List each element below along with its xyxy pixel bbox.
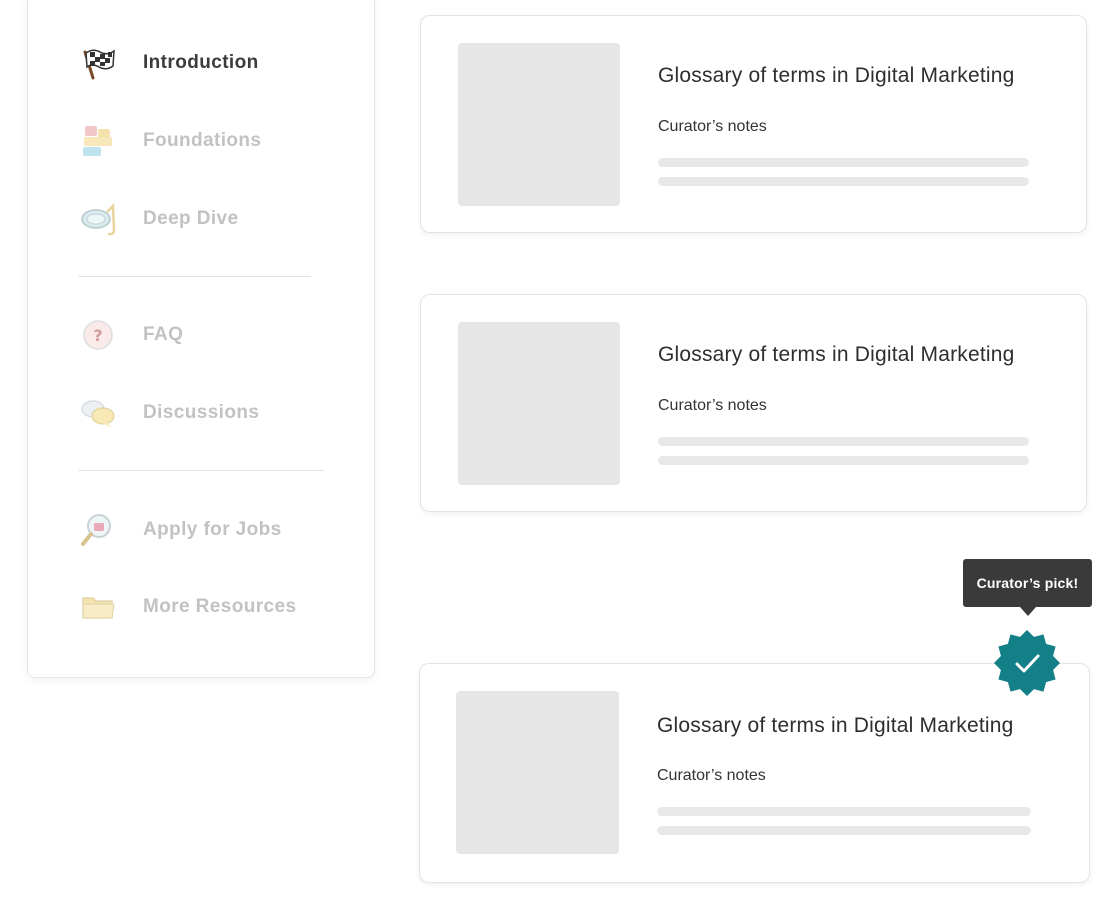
- question-badge-icon: ?: [78, 315, 118, 355]
- curators-pick-tooltip: Curator’s pick!: [963, 559, 1092, 607]
- sidebar-item-discussions[interactable]: Discussions: [78, 393, 259, 433]
- sidebar-item-label: FAQ: [143, 324, 184, 345]
- sidebar-item-label: Foundations: [143, 130, 262, 151]
- card-subtitle: Curator’s notes: [658, 118, 767, 135]
- card-subtitle: Curator’s notes: [657, 767, 766, 784]
- building-blocks-icon: [78, 121, 118, 161]
- sidebar-item-faq[interactable]: ? FAQ: [78, 315, 183, 355]
- sidebar-item-foundations[interactable]: Foundations: [78, 121, 261, 161]
- sidebar-item-label: Deep Dive: [143, 208, 239, 229]
- card-subtitle: Curator’s notes: [658, 397, 767, 414]
- resource-card-curators-pick[interactable]: Glossary of terms in Digital Marketing C…: [419, 663, 1090, 883]
- card-title: Glossary of terms in Digital Marketing: [658, 64, 1015, 87]
- sidebar-item-apply-for-jobs[interactable]: Apply for Jobs: [78, 510, 282, 550]
- resource-card[interactable]: Glossary of terms in Digital Marketing C…: [420, 15, 1087, 233]
- checkered-flag-icon: [78, 43, 118, 83]
- sidebar-item-label: Discussions: [143, 402, 260, 423]
- text-placeholder-line: [658, 177, 1029, 186]
- magnifier-briefcase-icon: [78, 510, 118, 550]
- text-placeholder-line: [658, 456, 1029, 465]
- folder-icon: [78, 587, 118, 627]
- sidebar-item-deep-dive[interactable]: Deep Dive: [78, 199, 238, 239]
- card-thumbnail-placeholder: [458, 43, 620, 206]
- sidebar-divider: [78, 276, 311, 277]
- check-badge-icon[interactable]: [993, 629, 1061, 697]
- sidebar-item-label: Apply for Jobs: [143, 519, 282, 540]
- svg-text:?: ?: [93, 326, 102, 345]
- sidebar-item-label: More Resources: [143, 596, 297, 617]
- text-placeholder-line: [657, 826, 1031, 835]
- sidebar-item-introduction[interactable]: Introduction: [78, 43, 259, 83]
- sidebar-item-label: Introduction: [143, 52, 259, 73]
- text-placeholder-line: [658, 437, 1029, 446]
- card-title: Glossary of terms in Digital Marketing: [657, 714, 1014, 737]
- text-placeholder-line: [658, 158, 1029, 167]
- sidebar-item-more-resources[interactable]: More Resources: [78, 587, 296, 627]
- card-title: Glossary of terms in Digital Marketing: [658, 343, 1015, 366]
- tooltip-arrow: [1020, 607, 1036, 616]
- resource-card[interactable]: Glossary of terms in Digital Marketing C…: [420, 294, 1087, 512]
- sidebar-divider: [78, 470, 324, 471]
- text-placeholder-line: [657, 807, 1031, 816]
- card-thumbnail-placeholder: [458, 322, 620, 485]
- card-thumbnail-placeholder: [456, 691, 619, 854]
- snorkel-mask-icon: [78, 199, 118, 239]
- chat-bubbles-icon: [78, 393, 118, 433]
- sidebar-nav: Introduction Foundations Deep Dive ? FAQ…: [27, 0, 375, 678]
